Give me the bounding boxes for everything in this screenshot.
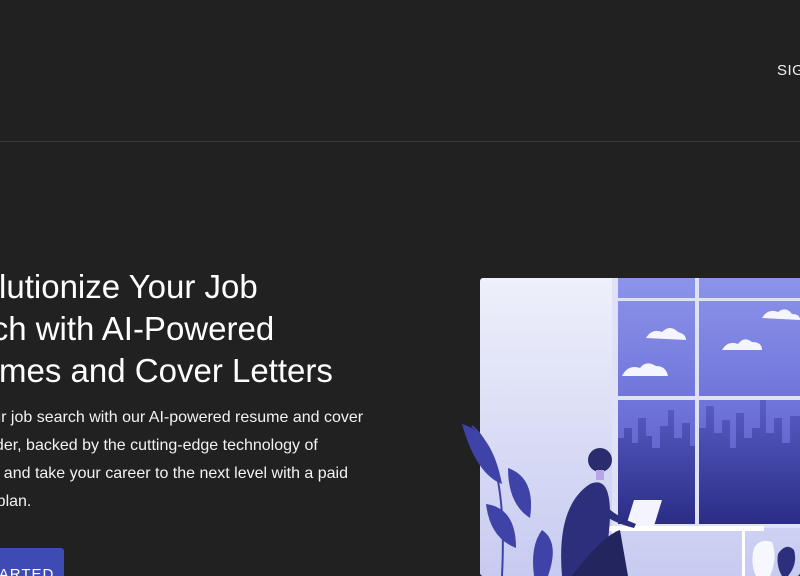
hero-description: Boost your job search with our AI-powere…	[0, 409, 364, 510]
person-at-laptop-by-window-illustration	[462, 278, 800, 576]
hero-title-line: Resumes and Cover Letters	[0, 352, 333, 389]
get-started-button[interactable]: GET STARTED	[0, 548, 64, 576]
landing-page: SIG Revolutionize Your Job Search with A…	[0, 0, 800, 576]
top-navbar: SIG	[0, 0, 800, 142]
hero-title: Revolutionize Your Job Search with AI-Po…	[0, 266, 382, 392]
hero-title-line: Search with AI-Powered	[0, 310, 275, 347]
vase	[752, 540, 775, 576]
sign-in-link[interactable]: SIG	[777, 62, 800, 79]
hero-title-line: Revolutionize Your Job	[0, 268, 258, 305]
